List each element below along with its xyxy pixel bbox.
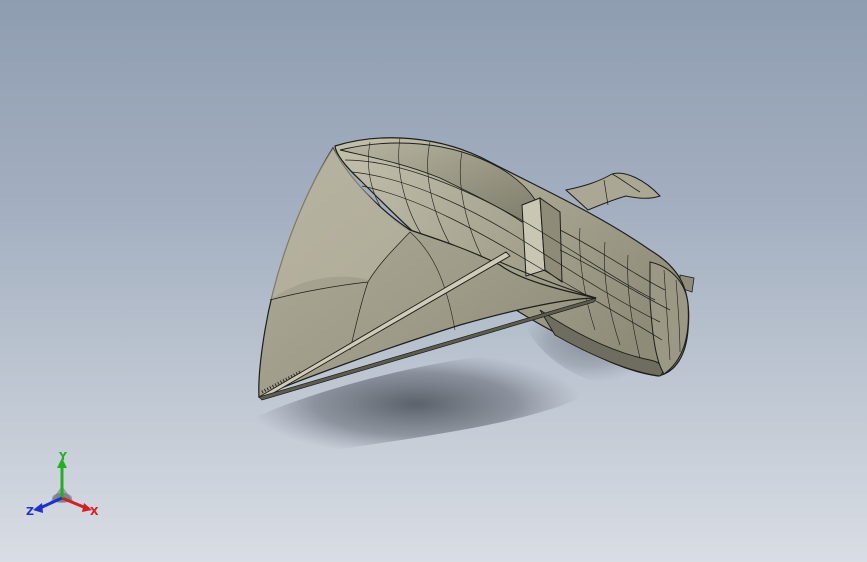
z-axis-label: Z xyxy=(26,505,34,518)
x-axis-arrow xyxy=(61,496,92,512)
view-orientation-triad[interactable]: Y X Z xyxy=(26,448,106,524)
graphics-viewport[interactable]: Y X Z xyxy=(0,0,867,562)
sailboat-model[interactable] xyxy=(0,0,867,562)
y-axis-label: Y xyxy=(58,450,68,463)
fin-part[interactable] xyxy=(564,172,661,211)
x-axis-label: X xyxy=(90,505,99,518)
z-axis-arrow xyxy=(33,496,63,513)
